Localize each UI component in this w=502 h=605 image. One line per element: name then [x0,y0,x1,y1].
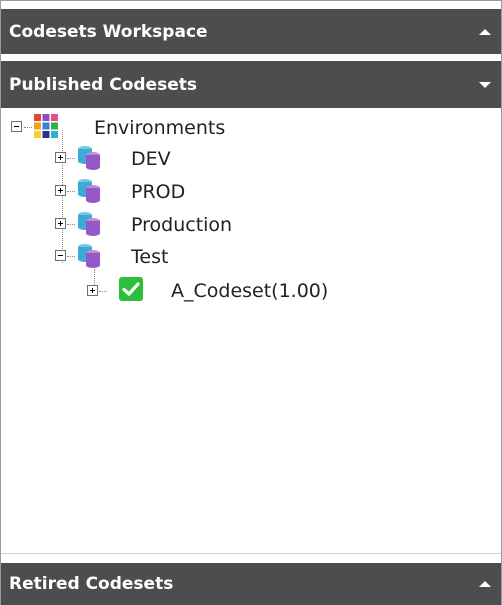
tree-guide-line [67,158,75,159]
tree-guide-line [62,130,63,263]
collapse-toggle-environments[interactable] [11,121,22,132]
minus-icon [14,126,19,127]
expand-toggle-a-codeset[interactable] [87,285,98,296]
panel-divider [1,553,501,554]
tree-node-a-codeset[interactable]: A_Codeset(1.00) [171,279,328,303]
tree-guide-line [24,127,32,128]
codesets-workspace-title: Codesets Workspace [9,21,208,42]
database-stack-icon [78,212,100,236]
codesets-panel: Codesets Workspace Published Codesets En… [0,0,502,605]
minus-icon [58,255,63,256]
published-check-icon [119,277,143,301]
published-codesets-title: Published Codesets [9,74,197,95]
published-codesets-tree: Environments DEV PROD Production Test A_… [1,108,501,551]
plus-icon-stem [60,155,61,160]
collapse-arrow-up-icon[interactable] [479,581,491,587]
plus-icon-stem [60,221,61,226]
database-stack-icon [78,179,100,203]
tree-node-environments[interactable]: Environments [94,116,225,140]
expand-toggle-prod[interactable] [55,185,66,196]
tree-guide-line [67,191,75,192]
retired-codesets-header[interactable]: Retired Codesets [1,563,501,605]
tree-node-test[interactable]: Test [131,245,168,269]
codesets-workspace-header[interactable]: Codesets Workspace [1,9,501,54]
retired-codesets-title: Retired Codesets [9,574,174,594]
expand-toggle-production[interactable] [55,218,66,229]
expand-toggle-dev[interactable] [55,152,66,163]
collapse-arrow-up-icon[interactable] [479,28,491,35]
tree-guide-line [67,224,75,225]
tree-guide-line [67,256,75,257]
plus-icon-stem [60,188,61,193]
published-codesets-header[interactable]: Published Codesets [1,61,501,108]
collapse-toggle-test[interactable] [55,250,66,261]
tree-node-prod[interactable]: PROD [131,180,185,204]
tree-guide-line [99,291,107,292]
tree-node-production[interactable]: Production [131,213,232,237]
database-stack-icon [78,146,100,170]
plus-icon-stem [92,288,93,293]
database-stack-icon [78,244,100,268]
environments-grid-icon [34,114,58,138]
expand-arrow-down-icon[interactable] [479,81,491,88]
tree-node-dev[interactable]: DEV [131,147,171,171]
